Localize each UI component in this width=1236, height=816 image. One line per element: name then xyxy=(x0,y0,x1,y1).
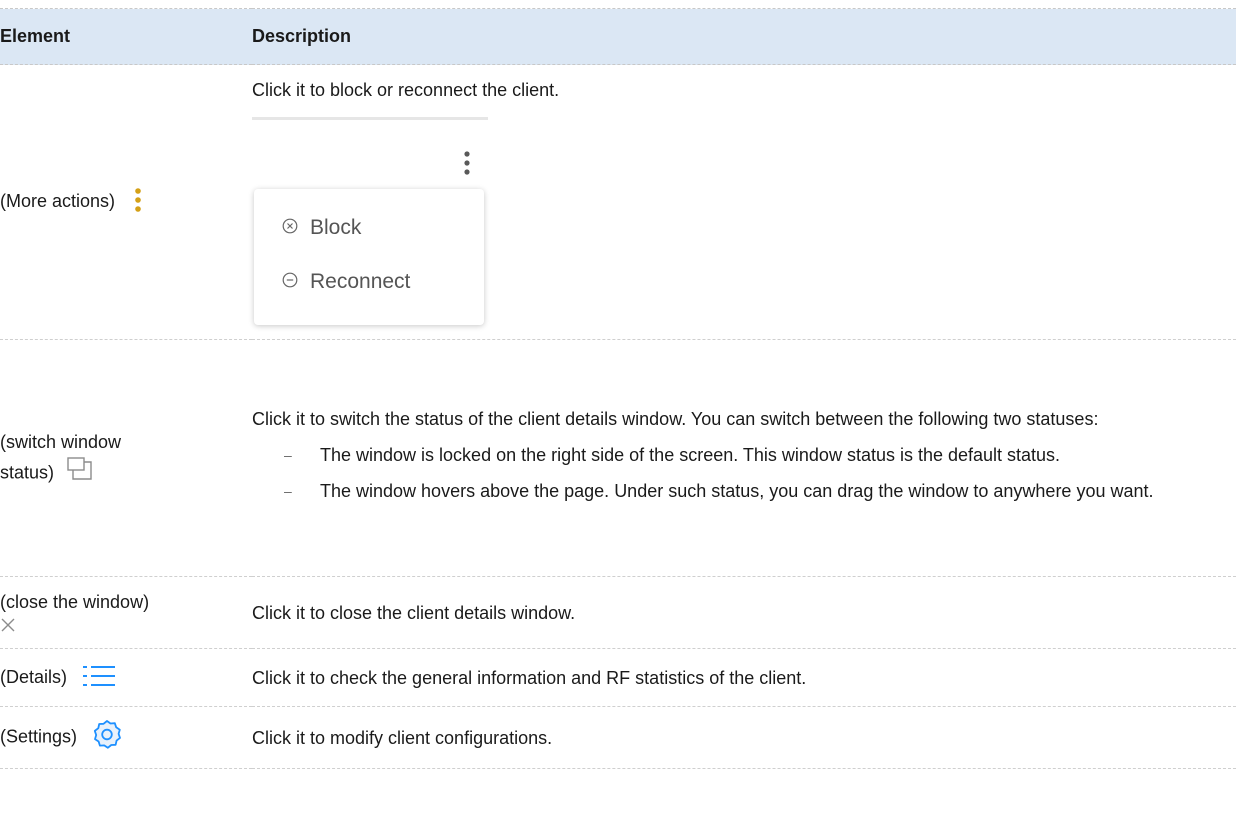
table-row-settings: (Settings) Click it to modify client con… xyxy=(0,707,1236,769)
table-row-more-actions: (More actions) Click it to block or reco… xyxy=(0,65,1236,340)
kebab-icon[interactable] xyxy=(463,151,471,180)
dash-bullet: – xyxy=(284,447,292,463)
header-element: Element xyxy=(0,26,71,46)
close-window-label: (close the window) xyxy=(0,591,150,612)
switch-status-label-line2: status) xyxy=(0,461,55,482)
element-cell: (Details) xyxy=(0,649,252,707)
element-cell: (close the window) xyxy=(0,577,252,649)
description-cell: Click it to close the client details win… xyxy=(252,577,1236,649)
settings-label: (Settings) xyxy=(0,726,78,747)
list-icon xyxy=(82,664,116,693)
element-cell: (switch window status) xyxy=(0,340,252,577)
element-description-table: Element Description (More actions) Click… xyxy=(0,8,1236,769)
details-description: Click it to check the general informatio… xyxy=(252,667,807,688)
list-item: – The window hovers above the page. Under… xyxy=(284,476,1236,506)
kebab-icon xyxy=(134,187,142,218)
description-cell: Click it to check the general informatio… xyxy=(252,649,1236,707)
table-row-close-window: (close the window) Click it to close the… xyxy=(0,577,1236,649)
circle-x-icon xyxy=(282,216,298,240)
window-restore-icon xyxy=(67,456,93,490)
close-icon xyxy=(0,617,16,638)
header-description: Description xyxy=(252,26,352,46)
switch-status-description: Click it to switch the status of the cli… xyxy=(252,409,1099,429)
table-row-switch-window-status: (switch window status) Click it to switc… xyxy=(0,340,1236,577)
details-label: (Details) xyxy=(0,667,68,688)
table-header-row: Element Description xyxy=(0,8,1236,65)
more-actions-screenshot: Block Reconnect xyxy=(252,117,488,329)
more-actions-menu: Block Reconnect xyxy=(254,189,484,325)
gear-icon xyxy=(90,718,124,757)
divider xyxy=(252,117,488,120)
menu-item-reconnect[interactable]: Reconnect xyxy=(282,267,410,297)
more-actions-description: Click it to block or reconnect the clien… xyxy=(252,80,560,100)
switch-status-label-line1: (switch window xyxy=(0,431,122,452)
dash-bullet: – xyxy=(284,483,292,499)
menu-item-label: Reconnect xyxy=(310,270,411,293)
close-window-description: Click it to close the client details win… xyxy=(252,602,576,623)
circle-minus-icon xyxy=(282,270,298,294)
menu-item-label: Block xyxy=(310,216,362,239)
description-cell: Click it to modify client configurations… xyxy=(252,707,1236,769)
list-item: – The window is locked on the right side … xyxy=(284,440,1236,470)
element-cell: (More actions) xyxy=(0,65,252,340)
status-list: – The window is locked on the right side … xyxy=(252,440,1236,506)
menu-item-block[interactable]: Block xyxy=(282,213,361,243)
more-actions-label: (More actions) xyxy=(0,191,116,212)
element-cell: (Settings) xyxy=(0,707,252,769)
settings-description: Click it to modify client configurations… xyxy=(252,727,553,748)
description-cell: Click it to block or reconnect the clien… xyxy=(252,65,1236,340)
table-row-details: (Details) Click it to check the general … xyxy=(0,649,1236,707)
description-cell: Click it to switch the status of the cli… xyxy=(252,340,1236,577)
